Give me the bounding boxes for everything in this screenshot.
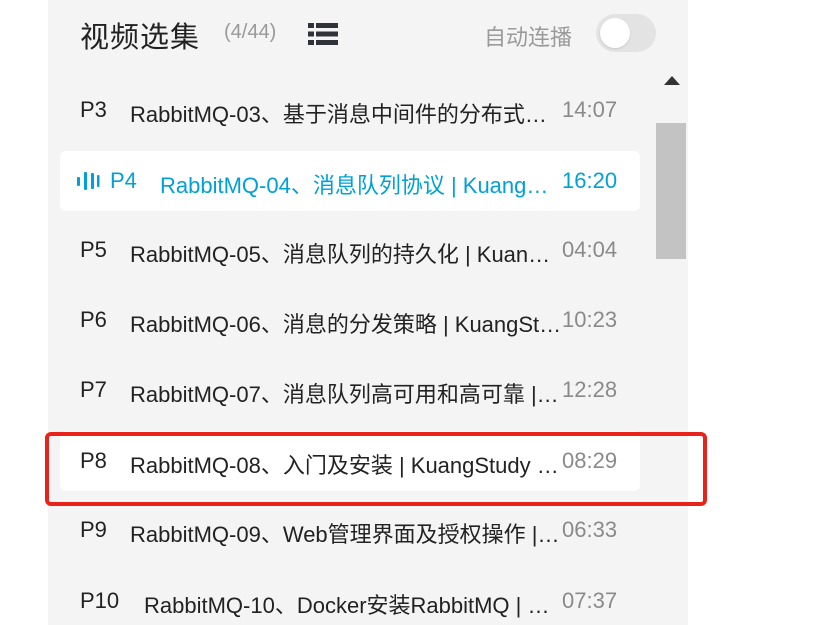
episode-part: P10 (80, 588, 120, 613)
episode-count: (4/44) (224, 21, 277, 43)
episode-part: P5 (80, 237, 107, 262)
episode-list-title: 视频选集 (80, 20, 201, 54)
episode-duration: 07:37 (562, 588, 618, 613)
episode-header: 视频选集 (4/44) 自动连播 (48, 0, 688, 68)
episode-duration: 14:07 (562, 97, 618, 122)
scroll-up-arrow-icon[interactable] (664, 76, 680, 85)
episode-title: RabbitMQ-04、消息队列协议 | KuangStudy | 狂神说Jav… (160, 173, 558, 198)
episode-item-p9[interactable]: P9 RabbitMQ-09、Web管理界面及授权操作 | KuangStudy… (60, 500, 640, 560)
episode-item-p7[interactable]: P7 RabbitMQ-07、消息队列高可用和高可靠 | KuangStudy … (60, 360, 640, 420)
episode-part: P3 (80, 97, 107, 122)
episode-title: RabbitMQ-06、消息的分发策略 | KuangStudy | 狂神说Ja… (130, 312, 562, 337)
episode-title: RabbitMQ-05、消息队列的持久化 | KuangStudy | 狂神说J… (130, 242, 562, 267)
scroll-thumb[interactable] (656, 123, 686, 259)
episode-title: RabbitMQ-09、Web管理界面及授权操作 | KuangStudy | … (130, 522, 562, 547)
list-icon[interactable] (308, 22, 338, 46)
episode-item-p10[interactable]: P10 RabbitMQ-10、Docker安装RabbitMQ | Kuang… (60, 571, 640, 625)
episode-part: P9 (80, 517, 107, 542)
episode-item-p6[interactable]: P6 RabbitMQ-06、消息的分发策略 | KuangStudy | 狂神… (60, 290, 640, 350)
episode-title: RabbitMQ-10、Docker安装RabbitMQ | KuangStud… (144, 593, 562, 618)
episode-duration: 04:04 (562, 237, 618, 262)
autoplay-toggle[interactable] (596, 14, 656, 52)
autoplay-toggle-knob (600, 18, 630, 48)
episode-title: RabbitMQ-08、入门及安装 | KuangStudy | 狂神说Java (130, 453, 562, 478)
episode-item-p4[interactable]: P4 RabbitMQ-04、消息队列协议 | KuangStudy | 狂神说… (60, 151, 640, 211)
episode-item-p3[interactable]: P3 RabbitMQ-03、基于消息中间件的分布式系统的架构 | KuangS… (60, 80, 640, 140)
episode-item-p5[interactable]: P5 RabbitMQ-05、消息队列的持久化 | KuangStudy | 狂… (60, 220, 640, 280)
episode-title: RabbitMQ-03、基于消息中间件的分布式系统的架构 | KuangStud… (130, 102, 562, 127)
episode-part: P7 (80, 377, 107, 402)
episode-list: P3 RabbitMQ-03、基于消息中间件的分布式系统的架构 | KuangS… (48, 75, 688, 625)
episode-item-p8[interactable]: P8 RabbitMQ-08、入门及安装 | KuangStudy | 狂神说J… (60, 431, 640, 491)
episode-duration: 08:29 (562, 448, 618, 473)
episode-duration: 06:33 (562, 517, 618, 542)
autoplay-label: 自动连播 (484, 26, 573, 51)
episode-duration: 10:23 (562, 307, 618, 332)
episode-duration: 12:28 (562, 377, 618, 402)
episode-panel: 视频选集 (4/44) 自动连播 P3 RabbitMQ-03、基于消息中间件的… (48, 0, 688, 625)
playing-bars-icon (76, 170, 100, 192)
episode-title: RabbitMQ-07、消息队列高可用和高可靠 | KuangStudy | 狂… (130, 382, 562, 407)
episode-part: P4 (110, 168, 137, 193)
episode-list-scrollbar[interactable] (655, 67, 687, 625)
episode-duration: 16:20 (562, 168, 618, 193)
episode-part: P6 (80, 307, 107, 332)
episode-part: P8 (80, 448, 107, 473)
list-icon-svg (308, 23, 338, 45)
playing-bars-svg (77, 172, 100, 190)
